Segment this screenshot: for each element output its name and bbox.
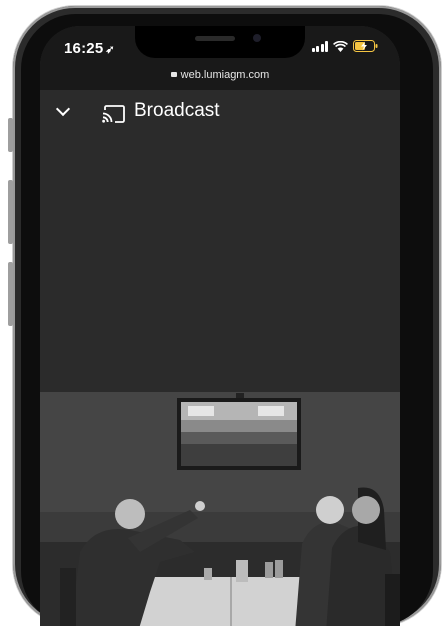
notch bbox=[135, 26, 305, 58]
cast-icon bbox=[102, 105, 125, 123]
volume-up-button bbox=[8, 180, 13, 244]
chevron-down-icon[interactable] bbox=[55, 101, 71, 117]
battery-charging-icon bbox=[353, 40, 378, 52]
location-icon: ➶ bbox=[105, 44, 115, 56]
volume-down-button bbox=[8, 262, 13, 326]
screen: 16:25 ➶ web.lumiagm.com Broadcast bbox=[40, 26, 400, 626]
app-header: Broadcast bbox=[40, 90, 400, 130]
lock-icon bbox=[170, 72, 177, 77]
wifi-icon bbox=[333, 41, 348, 52]
status-time: 16:25 ➶ bbox=[64, 40, 115, 57]
page-title: Broadcast bbox=[134, 100, 220, 121]
status-icons bbox=[311, 40, 379, 52]
signal-icon bbox=[311, 41, 328, 52]
camera bbox=[253, 34, 261, 42]
url-text: web.lumiagm.com bbox=[180, 69, 270, 81]
speaker bbox=[195, 36, 235, 41]
browser-bar: 16:25 ➶ web.lumiagm.com bbox=[40, 26, 400, 90]
status-time-text: 16:25 bbox=[64, 40, 104, 57]
mute-switch bbox=[8, 118, 13, 152]
address-bar[interactable]: web.lumiagm.com bbox=[40, 69, 400, 81]
broadcast-video-thumbnail[interactable] bbox=[40, 392, 400, 626]
